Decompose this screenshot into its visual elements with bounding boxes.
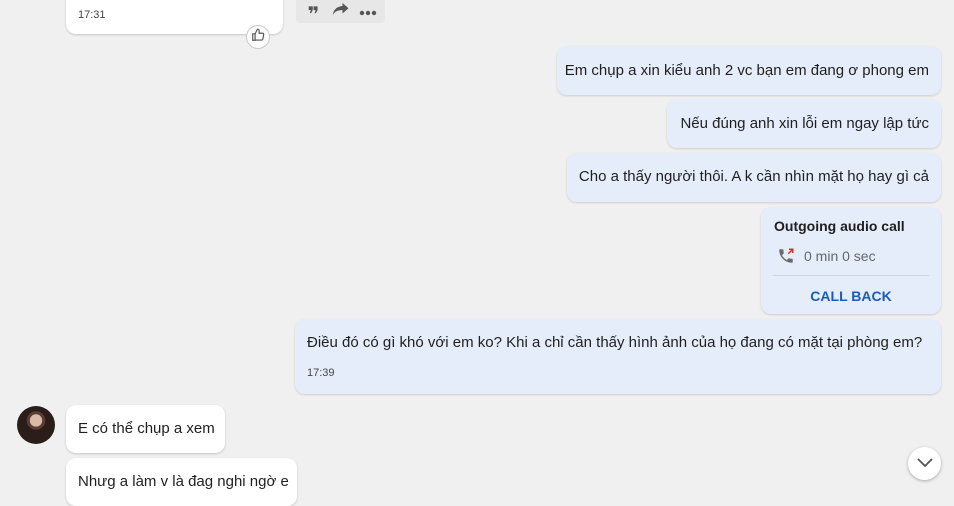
outgoing-message-bubble: Điều đó có gì khó với em ko? Khi a chỉ c… — [295, 319, 941, 394]
more-icon — [359, 3, 377, 21]
call-divider — [773, 275, 929, 276]
outgoing-message-bubble: Nếu đúng anh xin lỗi em ngay lập tức — [667, 99, 941, 148]
scroll-to-bottom-button[interactable] — [908, 447, 941, 480]
message-text: Nhưg a làm v là đag nghi ngờ e — [78, 473, 289, 490]
message-text: E có thể chụp a xem — [78, 420, 215, 437]
incoming-message-bubble: E có thể chụp a xem — [66, 405, 225, 453]
call-duration: 0 min 0 sec — [804, 248, 876, 264]
outgoing-call-icon — [777, 247, 795, 269]
forward-icon — [332, 1, 350, 22]
message-text: Điều đó có gì khó với em ko? Khi a chỉ c… — [307, 334, 923, 351]
chevron-down-icon — [916, 455, 933, 473]
quote-icon: ❞ — [307, 3, 320, 26]
message-timestamp: 17:31 — [78, 9, 106, 21]
quote-button[interactable]: ❞ — [303, 2, 325, 26]
more-options-button[interactable] — [357, 2, 379, 22]
call-back-button[interactable]: CALL BACK — [761, 288, 941, 304]
outgoing-call-card: Outgoing audio call 0 min 0 sec CALL BAC… — [761, 207, 941, 314]
message-text: Nếu đúng anh xin lỗi em ngay lập tức — [680, 115, 929, 132]
forward-button[interactable] — [330, 2, 352, 22]
like-reaction-button[interactable] — [246, 25, 270, 49]
outgoing-message-bubble: Cho a thấy người thôi. A k cần nhìn mặt … — [567, 153, 941, 202]
message-text: Em chụp a xin kiểu anh 2 vc bạn em đang … — [564, 62, 929, 79]
message-toolbar: ❞ — [296, 0, 385, 26]
outgoing-message-bubble: Em chụp a xin kiểu anh 2 vc bạn em đang … — [557, 46, 941, 95]
message-text: Cho a thấy người thôi. A k cần nhìn mặt … — [578, 168, 929, 185]
thumbs-up-icon — [251, 28, 265, 47]
incoming-message-bubble: Nhưg a làm v là đag nghi ngờ e — [66, 458, 297, 506]
message-timestamp: 17:39 — [307, 367, 335, 379]
contact-avatar[interactable] — [17, 406, 55, 444]
call-title: Outgoing audio call — [774, 218, 905, 234]
